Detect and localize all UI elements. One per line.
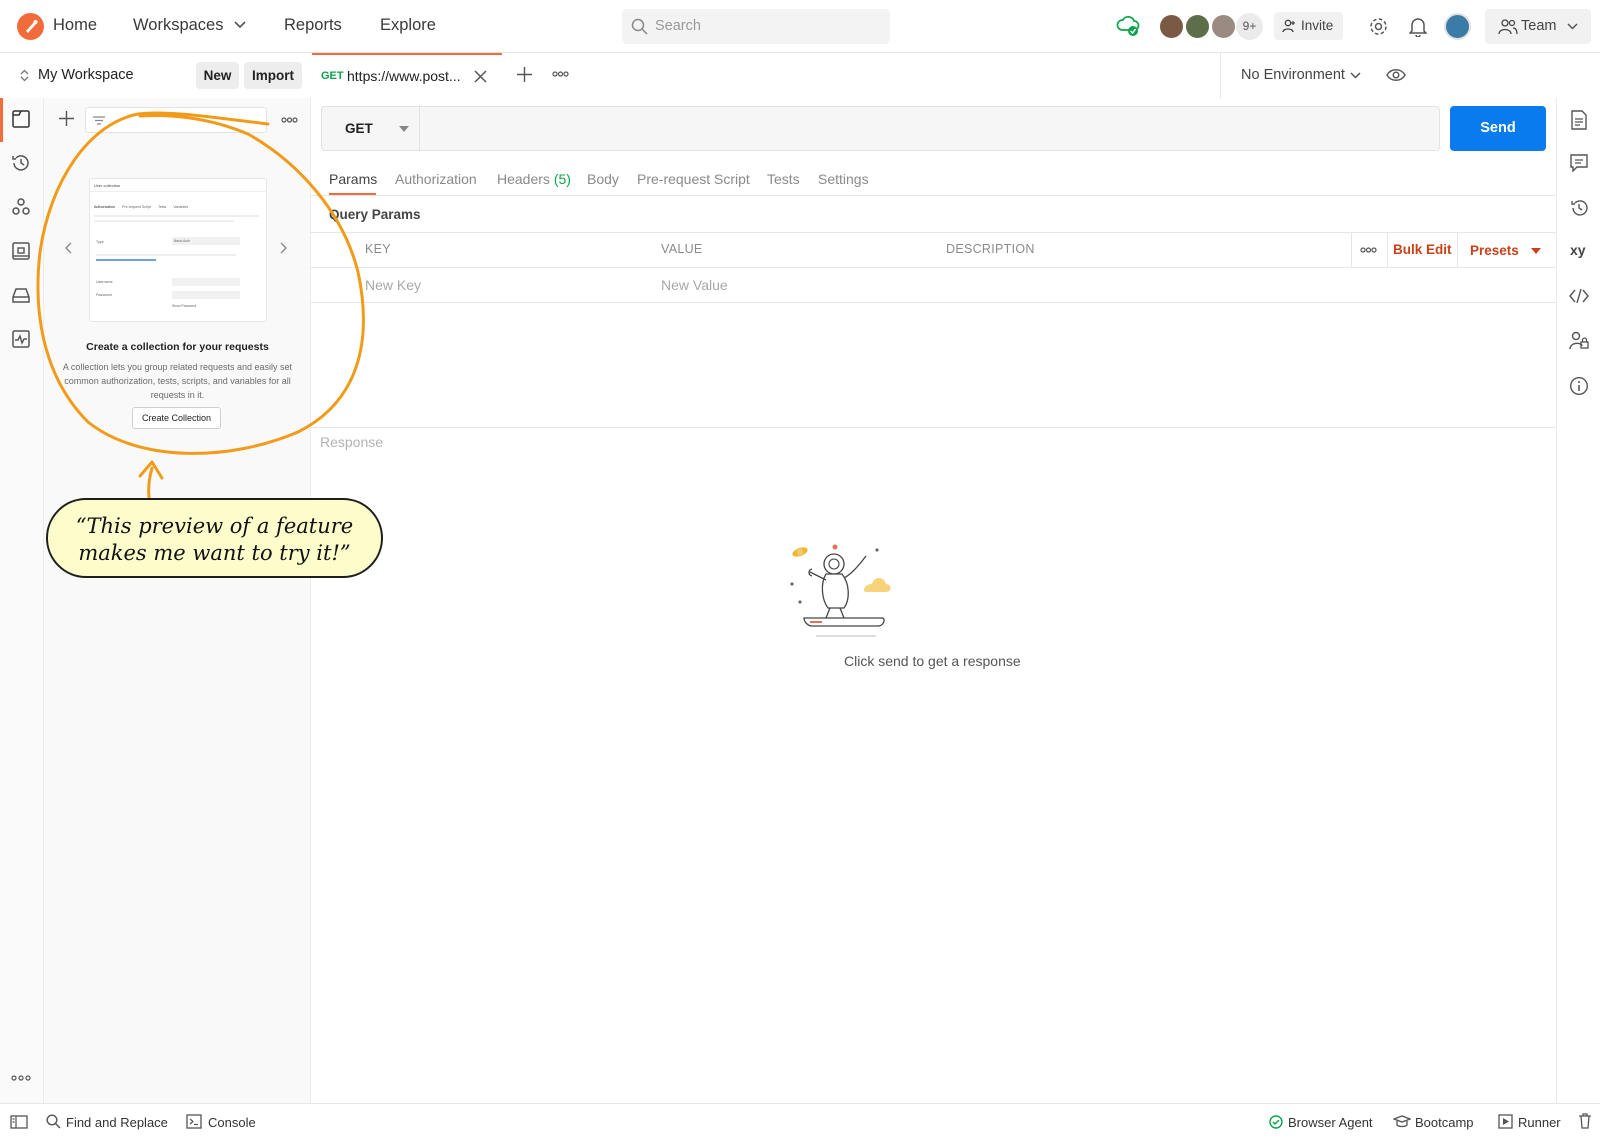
browser-agent-button[interactable]: Browser Agent [1288,1115,1373,1130]
bootcamp-button[interactable]: Bootcamp [1415,1115,1474,1130]
workspace-title[interactable]: My Workspace [38,67,134,83]
chevron-down-icon [1350,72,1361,79]
comments-icon[interactable] [1570,154,1588,172]
invite-label: Invite [1301,18,1334,33]
nav-reports[interactable]: Reports [284,16,342,35]
annotation-speech-bubble: “This preview of a feature makes me want… [46,498,383,578]
tab-method: GET [321,70,344,82]
info-icon[interactable] [1569,376,1589,396]
team-label: Team [1521,18,1557,34]
documentation-icon[interactable] [1570,110,1588,130]
collaborator-avatar[interactable] [1210,13,1237,40]
code-icon[interactable] [1569,289,1589,303]
trash-icon[interactable] [1578,1113,1592,1129]
params-table [311,232,1556,303]
chevron-down-icon [234,21,246,29]
params-options-icon[interactable] [1360,247,1377,253]
top-bar: Home Workspaces Reports Explore Search 9… [0,0,1600,53]
column-key: KEY [365,242,391,256]
runner-icon [1498,1114,1513,1129]
postman-logo-icon[interactable] [17,13,44,40]
find-and-replace-button[interactable]: Find and Replace [66,1115,168,1130]
status-bar: Find and Replace Console Browser Agent B… [0,1103,1600,1138]
environment-selector[interactable]: No Environment [1241,67,1345,83]
response-empty-text: Click send to get a response [844,653,1021,669]
rail-active-indicator [0,98,3,142]
console-icon [186,1114,202,1129]
bootcamp-icon [1393,1115,1411,1128]
search-icon [631,18,648,35]
tab-body[interactable]: Body [587,171,619,187]
send-button[interactable]: Send [1450,106,1546,151]
tab-authorization[interactable]: Authorization [395,171,477,187]
new-tab-icon[interactable] [517,67,532,82]
import-button[interactable]: Import [244,62,302,89]
key-input[interactable]: New Key [365,277,421,293]
permissions-icon[interactable] [1569,331,1589,350]
tab-headers-label: Headers [497,171,550,187]
workspace-bar: My Workspace New Import GET https://www.… [0,53,1600,98]
new-button[interactable]: New [196,62,239,89]
changelog-icon[interactable] [1569,198,1589,218]
nav-home[interactable]: Home [53,16,97,35]
headers-count-badge: (5) [553,171,571,187]
search-input[interactable]: Search [622,9,890,44]
add-user-icon [1282,19,1296,33]
team-icon [1498,18,1518,35]
value-input[interactable]: New Value [661,277,728,293]
hand-drawn-circle-annotation [28,102,368,502]
tab-headers[interactable]: Headers (5) [497,171,571,187]
collaborator-avatar[interactable] [1184,13,1211,40]
more-options-icon[interactable] [10,1074,34,1098]
console-button[interactable]: Console [208,1115,256,1130]
tab-tests[interactable]: Tests [767,171,800,187]
tabs-divider [311,195,1556,196]
check-circle-icon [1269,1115,1283,1129]
workspace-switcher-icon[interactable] [20,69,29,82]
request-tab[interactable]: GET https://www.post... [312,53,502,98]
toggle-sidebar-icon[interactable] [10,1115,28,1129]
tab-url: https://www.post... [347,68,461,84]
annotation-line: “This preview of a feature [75,514,354,538]
nav-explore[interactable]: Explore [380,16,436,35]
divider [1220,53,1221,98]
column-value: VALUE [661,242,703,256]
team-button[interactable]: Team [1485,9,1591,44]
collaborator-avatar[interactable] [1158,13,1185,40]
sync-cloud-icon[interactable] [1116,15,1140,37]
right-rail: xy [1556,98,1600,1103]
invite-button[interactable]: Invite [1274,12,1343,40]
astronaut-illustration [786,542,906,644]
chevron-down-icon [1567,23,1578,30]
tab-settings[interactable]: Settings [818,171,869,187]
search-placeholder: Search [655,18,701,34]
caret-down-icon [1531,248,1541,254]
annotation-line: makes me want to try it!” [78,541,351,565]
user-avatar[interactable] [1444,13,1471,40]
environment-quick-look-icon[interactable] [1386,68,1406,82]
caret-down-icon [399,126,409,132]
presets-dropdown[interactable]: Presets [1470,243,1519,258]
close-icon[interactable] [474,70,487,83]
response-divider [311,427,1556,428]
column-description: DESCRIPTION [946,242,1035,256]
collaborator-count-badge[interactable]: 9+ [1236,13,1263,40]
bell-icon[interactable] [1409,16,1427,37]
variables-icon[interactable]: xy [1570,242,1586,258]
nav-workspaces[interactable]: Workspaces [133,16,223,35]
bulk-edit-button[interactable]: Bulk Edit [1393,242,1452,257]
runner-button[interactable]: Runner [1518,1115,1561,1130]
tab-pre-request-script[interactable]: Pre-request Script [637,171,750,187]
search-icon [46,1114,61,1129]
url-input[interactable] [420,106,1440,151]
tab-options-icon[interactable] [552,71,569,77]
settings-gear-icon[interactable] [1368,16,1389,37]
